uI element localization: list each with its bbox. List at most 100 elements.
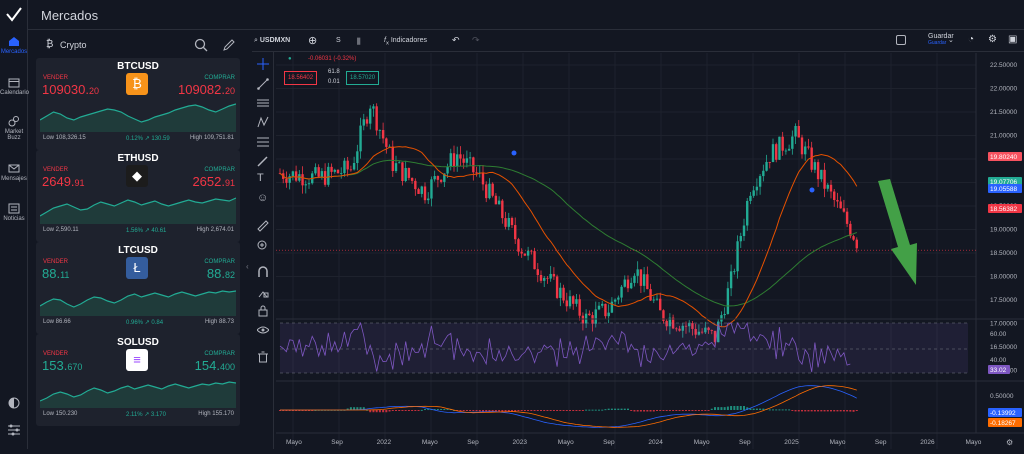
collapse-panel-icon[interactable]: ‹ bbox=[246, 262, 249, 271]
candle-body bbox=[459, 154, 462, 159]
macd-bar bbox=[601, 409, 604, 411]
sell-button[interactable]: 109030.20 bbox=[42, 82, 99, 97]
rsi-band bbox=[280, 323, 968, 373]
macd-bar bbox=[614, 408, 617, 410]
settings-sliders-icon[interactable] bbox=[4, 423, 24, 437]
macd-bar bbox=[420, 409, 423, 411]
rail-item-noticias[interactable]: Noticias bbox=[0, 203, 28, 222]
candle-body bbox=[536, 269, 539, 275]
macd-bar bbox=[855, 410, 858, 411]
candle-body bbox=[746, 200, 749, 226]
candle-body bbox=[526, 250, 530, 256]
ruler-icon[interactable] bbox=[257, 220, 269, 232]
symbol-search-button[interactable]: ⌕ USDMXN bbox=[254, 37, 290, 45]
fib-icon[interactable] bbox=[257, 136, 269, 148]
theme-toggle-icon[interactable] bbox=[4, 396, 24, 410]
candle-body bbox=[517, 239, 520, 252]
market-card-ltcusd[interactable]: LTCUSD VENDER COMPRAR 88.11 88.82 Ł Low … bbox=[36, 242, 240, 334]
alert-clock-icon[interactable]: ◔ bbox=[968, 34, 974, 45]
market-card-ethusd[interactable]: ETHUSD VENDER COMPRAR 2649.91 2652.91 ◆ … bbox=[36, 150, 240, 242]
candle-body bbox=[433, 176, 436, 180]
emoji-icon[interactable]: ☺ bbox=[257, 192, 269, 204]
candle-body bbox=[491, 183, 494, 196]
candle-body bbox=[826, 184, 829, 189]
crosshair-icon[interactable] bbox=[257, 58, 269, 70]
gear-icon[interactable]: ⚙ bbox=[988, 34, 997, 45]
macd-bar bbox=[485, 410, 488, 412]
macd-bar bbox=[543, 410, 546, 411]
macd-bar bbox=[652, 410, 655, 412]
buy-button[interactable]: 109082.20 bbox=[178, 82, 235, 97]
buy-price-box[interactable]: 18.57020 bbox=[346, 71, 380, 85]
ltcusd-logo-icon: Ł bbox=[126, 257, 148, 279]
macd-bar bbox=[378, 410, 381, 413]
indicators-button[interactable]: fx Indicadores bbox=[384, 37, 427, 46]
sell-button[interactable]: 88.11 bbox=[42, 266, 69, 281]
candle-body bbox=[813, 162, 817, 170]
candle-body bbox=[659, 298, 662, 311]
rail-item-market-buzz[interactable]: Market Buzz bbox=[0, 116, 28, 141]
candle-body bbox=[649, 289, 652, 301]
candle-body bbox=[771, 144, 775, 163]
category-label[interactable]: Crypto bbox=[60, 40, 87, 50]
macd-bar bbox=[504, 410, 507, 412]
eye-icon[interactable] bbox=[257, 324, 269, 336]
candle-body bbox=[333, 169, 336, 172]
market-card-solusd[interactable]: SOLUSD VENDER COMPRAR 153.670 154.400 ≡ … bbox=[36, 334, 240, 426]
search-icon[interactable] bbox=[194, 38, 208, 52]
macd-bar bbox=[604, 409, 607, 411]
lock-drawing-icon[interactable] bbox=[257, 286, 269, 298]
edit-icon[interactable] bbox=[222, 38, 236, 52]
macd-bar bbox=[852, 410, 855, 412]
sell-button[interactable]: 2649.91 bbox=[42, 174, 85, 189]
candle-body bbox=[394, 163, 398, 172]
chart-type-candles-icon[interactable]: ⫼ bbox=[357, 37, 361, 47]
redo-icon[interactable]: ↷ bbox=[472, 35, 480, 46]
time-tick: Mayo bbox=[422, 439, 438, 446]
text-tool-icon[interactable]: T bbox=[257, 172, 269, 184]
macd-bar bbox=[527, 410, 530, 411]
macd-bar bbox=[801, 410, 803, 412]
price-badge-label: 19.05588 bbox=[990, 186, 1017, 193]
rsi-tick: 40.00 bbox=[990, 357, 1007, 364]
candle-body bbox=[430, 179, 433, 199]
candle-body bbox=[639, 269, 643, 286]
brand-logo-icon[interactable] bbox=[5, 6, 23, 24]
magnet-icon[interactable] bbox=[257, 266, 269, 278]
macd-bar bbox=[514, 410, 517, 412]
candle-body bbox=[343, 160, 346, 174]
add-symbol-icon[interactable]: ⊕ bbox=[308, 34, 317, 47]
lock-icon[interactable] bbox=[257, 305, 269, 317]
pattern-icon[interactable] bbox=[257, 116, 269, 128]
zoom-in-icon[interactable] bbox=[257, 240, 269, 252]
rail-item-mensajes[interactable]: Mensajes bbox=[0, 163, 28, 182]
macd-bar bbox=[585, 409, 588, 411]
low-value: Low 150.230 bbox=[43, 411, 78, 417]
candle-body bbox=[475, 172, 478, 174]
candle-body bbox=[407, 167, 411, 178]
macd-bar bbox=[610, 408, 613, 410]
chevron-down-icon[interactable]: ⌄ bbox=[948, 36, 954, 44]
buy-button[interactable]: 154.400 bbox=[195, 358, 235, 373]
sell-price-box[interactable]: 18.56402 bbox=[284, 71, 318, 85]
candle-body bbox=[762, 170, 765, 177]
candle-body bbox=[820, 169, 823, 180]
market-card-btcusd[interactable]: BTCUSD VENDER COMPRAR 109030.20 109082.2… bbox=[36, 58, 240, 150]
layout-icon[interactable] bbox=[896, 35, 906, 45]
sell-button[interactable]: 153.670 bbox=[42, 358, 82, 373]
interval-button[interactable]: S bbox=[336, 37, 341, 44]
rail-item-mercados[interactable]: Mercados bbox=[0, 36, 28, 55]
undo-icon[interactable]: ↶ bbox=[452, 35, 460, 46]
buy-button[interactable]: 2652.91 bbox=[192, 174, 235, 189]
candle-body bbox=[504, 218, 507, 227]
brush-icon[interactable] bbox=[257, 155, 269, 167]
horizontal-lines-icon[interactable] bbox=[257, 97, 269, 109]
trendline-icon[interactable] bbox=[257, 78, 269, 90]
chart-canvas[interactable]: 22.5000022.0000021.5000021.0000020.50000… bbox=[276, 53, 1024, 449]
rail-item-calendario[interactable]: Calendario bbox=[0, 77, 29, 96]
camera-icon[interactable]: ▣ bbox=[1008, 34, 1017, 45]
price-chart[interactable]: 22.5000022.0000021.5000021.0000020.50000… bbox=[276, 53, 1024, 449]
trash-icon[interactable] bbox=[257, 351, 269, 363]
candle-body bbox=[497, 200, 501, 205]
buy-button[interactable]: 88.82 bbox=[207, 266, 235, 281]
